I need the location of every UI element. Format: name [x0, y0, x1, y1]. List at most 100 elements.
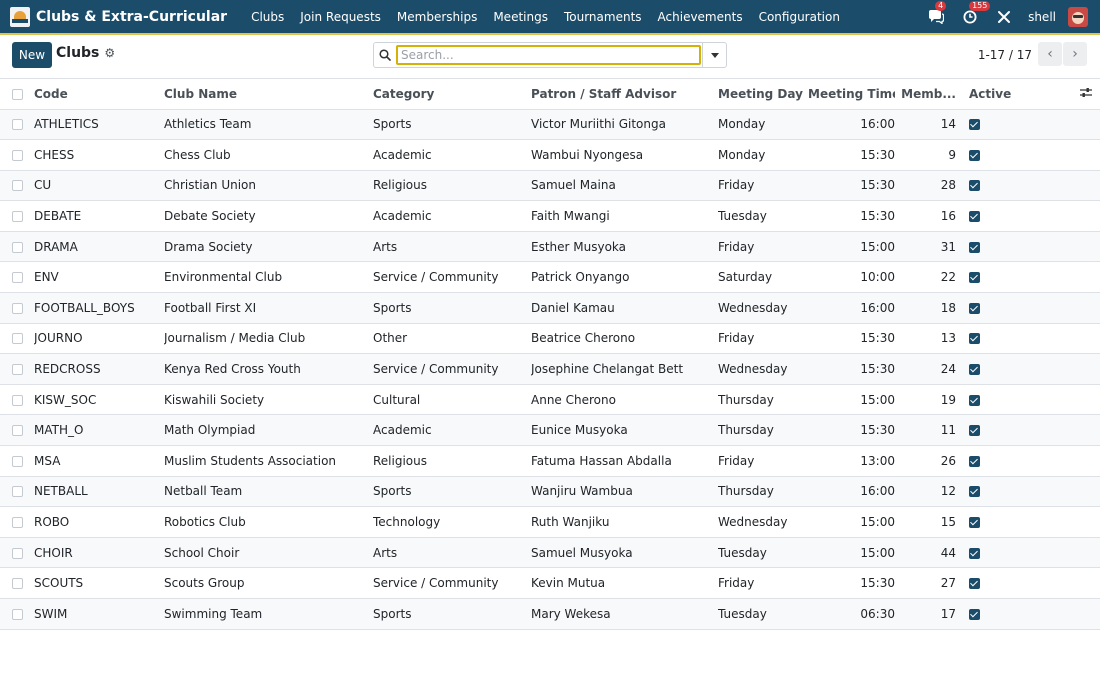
cell-patron[interactable]: Mary Wekesa [531, 598, 718, 630]
cell-members[interactable]: 28 [895, 170, 956, 202]
pager-next-button[interactable]: › [1063, 42, 1087, 66]
cell-patron[interactable]: Victor Muriithi Gitonga [531, 109, 718, 141]
cell-club-name[interactable]: Robotics Club [164, 506, 373, 538]
cell-active[interactable] [956, 261, 1028, 294]
cell-code[interactable]: CHOIR [34, 537, 164, 569]
cell-code[interactable]: JOURNO [34, 323, 164, 355]
cell-meeting-day[interactable]: Friday [718, 170, 808, 202]
cell-club-name[interactable]: Debate Society [164, 200, 373, 232]
active-checkbox-checked[interactable] [969, 333, 980, 345]
cell-active[interactable] [956, 384, 1028, 416]
menu-item-configuration[interactable]: Configuration [751, 10, 848, 24]
cell-club-name[interactable]: Kenya Red Cross Youth [164, 353, 373, 385]
table-row[interactable]: MATH_O Math Olympiad Academic Eunice Musyok… [0, 414, 1100, 447]
column-header-meeting-time[interactable]: Meeting Time [808, 79, 895, 110]
table-row[interactable]: CU Christian Union Religious Samuel Maina Fr… [0, 170, 1100, 202]
menu-item-meetings[interactable]: Meetings [485, 10, 556, 24]
cell-active[interactable] [956, 292, 1028, 324]
cell-club-name[interactable]: Athletics Team [164, 109, 373, 141]
cell-meeting-time[interactable]: 15:30 [808, 353, 895, 385]
cell-code[interactable]: ATHLETICS [34, 109, 164, 141]
cell-code[interactable]: REDCROSS [34, 353, 164, 385]
cell-meeting-day[interactable]: Saturday [718, 261, 808, 294]
cell-code[interactable]: ROBO [34, 506, 164, 538]
cell-code[interactable]: NETBALL [34, 476, 164, 508]
menu-item-clubs[interactable]: Clubs [243, 10, 292, 24]
cell-meeting-day[interactable]: Thursday [718, 476, 808, 508]
cell-members[interactable]: 11 [895, 414, 956, 447]
column-header-club-name[interactable]: Club Name [164, 79, 373, 110]
cell-meeting-time[interactable]: 15:30 [808, 323, 895, 355]
active-checkbox-checked[interactable] [969, 272, 980, 284]
cell-active[interactable] [956, 323, 1028, 355]
cell-meeting-time[interactable]: 15:30 [808, 170, 895, 202]
cell-meeting-time[interactable]: 15:30 [808, 200, 895, 232]
cell-patron[interactable]: Fatuma Hassan Abdalla [531, 445, 718, 477]
table-row[interactable]: CHESS Chess Club Academic Wambui Nyongesa Mo… [0, 139, 1100, 171]
cell-meeting-day[interactable]: Wednesday [718, 353, 808, 385]
cell-patron[interactable]: Samuel Maina [531, 170, 718, 202]
column-header-category[interactable]: Category [373, 79, 531, 110]
row-checkbox[interactable] [12, 425, 23, 437]
row-checkbox[interactable] [12, 517, 23, 529]
cell-members[interactable]: 17 [895, 598, 956, 630]
cell-meeting-day[interactable]: Friday [718, 323, 808, 355]
cell-club-name[interactable]: Christian Union [164, 170, 373, 202]
table-row[interactable]: CHOIR School Choir Arts Samuel Musyoka Tuesd… [0, 537, 1100, 569]
cell-meeting-time[interactable]: 15:30 [808, 139, 895, 171]
cell-code[interactable]: SCOUTS [34, 567, 164, 599]
cell-club-name[interactable]: Chess Club [164, 139, 373, 171]
cell-code[interactable]: SWIM [34, 598, 164, 630]
cell-patron[interactable]: Josephine Chelangat Bett [531, 353, 718, 385]
app-title[interactable]: Clubs & Extra-Curricular [36, 9, 227, 25]
cell-meeting-day[interactable]: Monday [718, 109, 808, 141]
cell-patron[interactable]: Ruth Wanjiku [531, 506, 718, 538]
row-checkbox[interactable] [12, 149, 23, 161]
table-row[interactable]: NETBALL Netball Team Sports Wanjiru Wambua T… [0, 476, 1100, 508]
cell-meeting-time[interactable]: 15:30 [808, 414, 895, 447]
app-logo[interactable] [10, 6, 30, 27]
cell-meeting-time[interactable]: 16:00 [808, 109, 895, 141]
table-row[interactable]: ROBO Robotics Club Technology Ruth Wanjiku W… [0, 506, 1100, 538]
row-checkbox[interactable] [12, 608, 23, 620]
cell-meeting-time[interactable]: 15:00 [808, 506, 895, 538]
table-row[interactable]: KISW_SOC Kiswahili Society Cultural Anne Ch… [0, 384, 1100, 416]
cell-active[interactable] [956, 537, 1028, 569]
cell-active[interactable] [956, 506, 1028, 538]
table-row[interactable]: REDCROSS Kenya Red Cross Youth Service / C… [0, 353, 1100, 385]
cell-meeting-time[interactable]: 15:00 [808, 537, 895, 569]
cell-meeting-time[interactable]: 10:00 [808, 261, 895, 294]
cell-club-name[interactable]: School Choir [164, 537, 373, 569]
cell-members[interactable]: 12 [895, 476, 956, 508]
cell-members[interactable]: 22 [895, 261, 956, 294]
cell-meeting-day[interactable]: Thursday [718, 384, 808, 416]
column-header-patron[interactable]: Patron / Staff Advisor [531, 79, 718, 110]
cell-members[interactable]: 13 [895, 323, 956, 355]
cell-club-name[interactable]: Journalism / Media Club [164, 323, 373, 355]
cell-code[interactable]: DEBATE [34, 200, 164, 232]
menu-item-join-requests[interactable]: Join Requests [292, 10, 389, 24]
cell-category[interactable]: Sports [373, 476, 531, 508]
row-checkbox[interactable] [12, 333, 23, 345]
cell-code[interactable]: CHESS [34, 139, 164, 171]
search-options-toggle[interactable] [702, 43, 726, 67]
table-row[interactable]: DRAMA Drama Society Arts Esther Musyoka Frid… [0, 231, 1100, 263]
pager-previous-button[interactable]: ‹ [1038, 42, 1062, 66]
cell-members[interactable]: 24 [895, 353, 956, 385]
cell-active[interactable] [956, 353, 1028, 385]
cell-active[interactable] [956, 567, 1028, 599]
cell-active[interactable] [956, 445, 1028, 477]
tools-icon[interactable] [994, 7, 1014, 27]
cell-category[interactable]: Academic [373, 200, 531, 232]
cell-category[interactable]: Sports [373, 109, 531, 141]
active-checkbox-checked[interactable] [969, 455, 980, 467]
cell-code[interactable]: MSA [34, 445, 164, 477]
table-row[interactable]: DEBATE Debate Society Academic Faith Mwangi… [0, 200, 1100, 232]
cell-club-name[interactable]: Netball Team [164, 476, 373, 508]
table-row[interactable]: SCOUTS Scouts Group Service / Community Kev… [0, 567, 1100, 599]
row-checkbox[interactable] [12, 180, 23, 192]
cell-patron[interactable]: Faith Mwangi [531, 200, 718, 232]
cell-category[interactable]: Arts [373, 231, 531, 263]
column-header-meeting-day[interactable]: Meeting Day [718, 79, 808, 110]
activity-clock-icon[interactable]: 155 [960, 0, 991, 27]
